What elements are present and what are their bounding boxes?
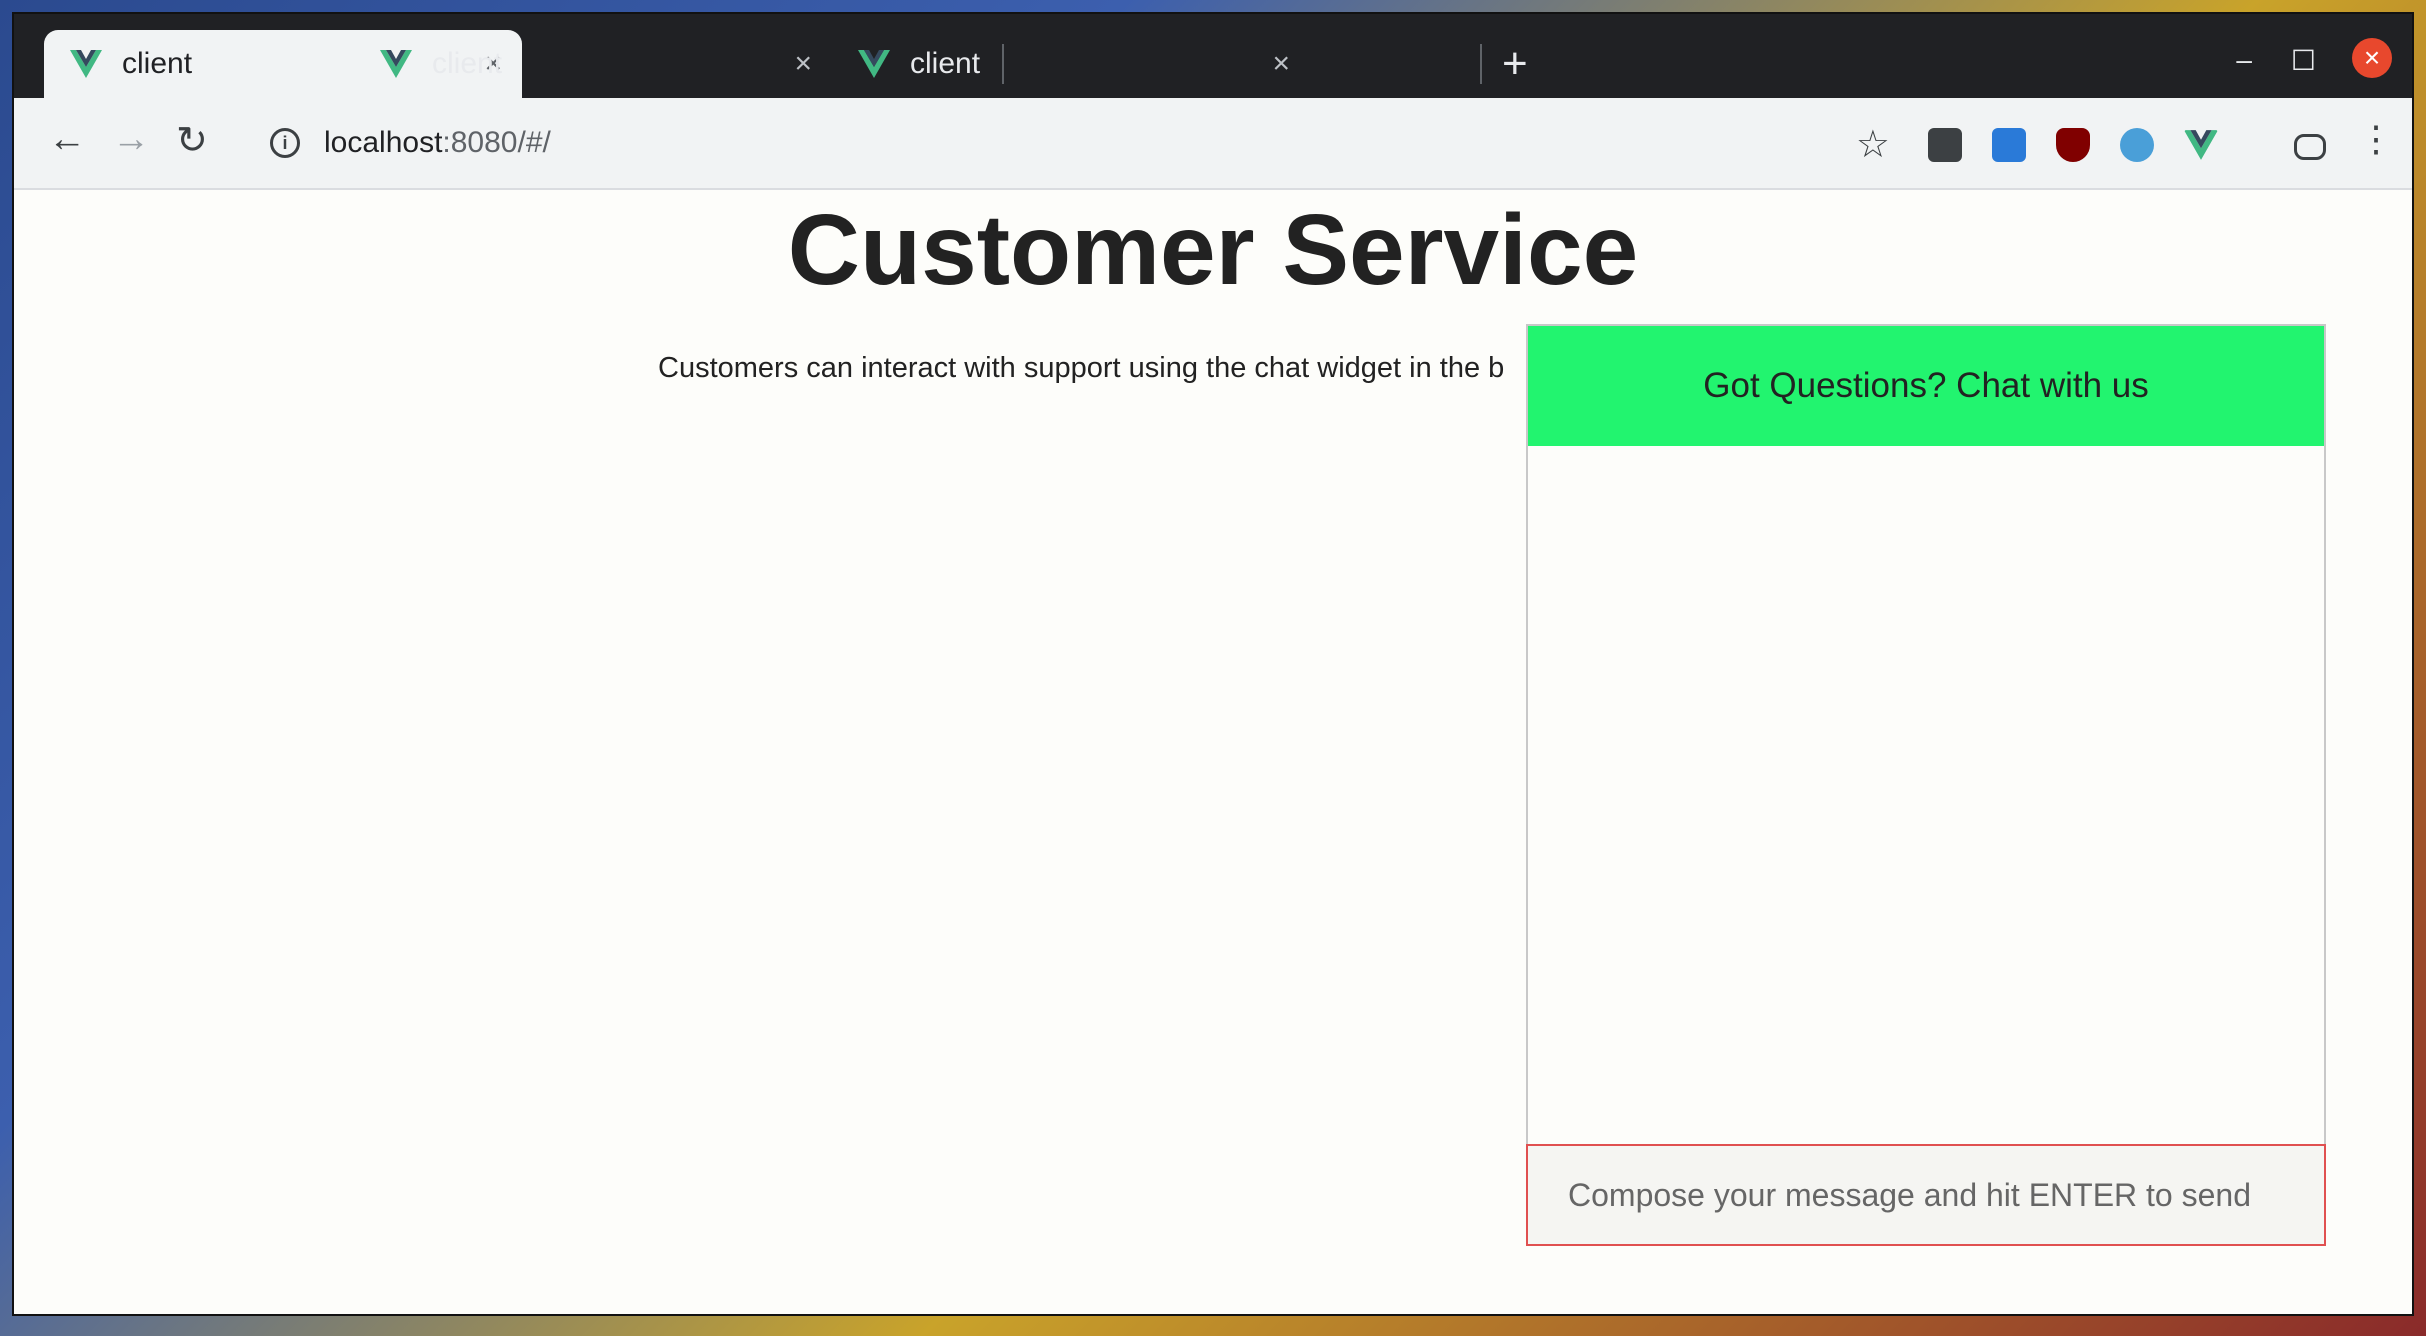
page-title: Customer Service — [787, 194, 1639, 306]
browser-window: client × client × client × + – ☐ × ← → ↻… — [14, 14, 2412, 1314]
close-window-button[interactable]: × — [2352, 38, 2392, 78]
tab-2[interactable]: client × — [354, 30, 832, 98]
menu-icon[interactable]: ⋮ — [2358, 118, 2394, 160]
chat-header[interactable]: Got Questions? Chat with us — [1528, 326, 2324, 446]
extension-icon[interactable] — [1992, 128, 2026, 162]
page-content: Customer Service Customers can interact … — [14, 190, 2412, 1314]
maximize-button[interactable]: ☐ — [2291, 44, 2316, 77]
intro-text: Customers can interact with support usin… — [658, 352, 1505, 384]
title-bar: client × client × client × + – ☐ × — [14, 14, 2412, 98]
chat-message-input[interactable] — [1526, 1144, 2326, 1246]
tab-3[interactable]: client × — [832, 30, 1310, 98]
incognito-icon[interactable] — [2294, 134, 2326, 160]
tab-label: client — [432, 47, 503, 80]
vue-logo-icon — [380, 50, 412, 78]
browser-toolbar: ← → ↻ i localhost:8080/#/ ☆ ⋮ — [14, 98, 2412, 190]
forward-button[interactable]: → — [112, 118, 150, 161]
pocket-extension-icon[interactable] — [1928, 128, 1962, 162]
url-path: :8080/#/ — [442, 126, 551, 159]
ublock-extension-icon[interactable] — [2056, 128, 2090, 162]
info-icon[interactable]: i — [270, 128, 300, 158]
vue-logo-icon — [70, 50, 102, 78]
bookmark-star-icon[interactable]: ☆ — [1856, 122, 1890, 167]
vue-logo-icon — [858, 50, 890, 78]
tab-close-icon[interactable]: × — [1272, 47, 1290, 81]
url-host: localhost — [324, 126, 443, 159]
minimize-button[interactable]: – — [2236, 44, 2252, 76]
reload-button[interactable]: ↻ — [176, 118, 208, 163]
vue-devtools-icon[interactable] — [2184, 128, 2218, 162]
extension-icon[interactable] — [2120, 128, 2154, 162]
back-button[interactable]: ← — [48, 118, 86, 161]
address-bar[interactable]: i localhost:8080/#/ ☆ — [240, 110, 1910, 176]
chat-widget: Got Questions? Chat with us — [1526, 324, 2326, 1246]
tab-separator — [1480, 44, 1482, 84]
new-tab-button[interactable]: + — [1502, 42, 1528, 86]
tab-label: client — [122, 47, 193, 80]
tab-label: client — [910, 47, 981, 80]
tab-close-icon[interactable]: × — [794, 47, 812, 81]
